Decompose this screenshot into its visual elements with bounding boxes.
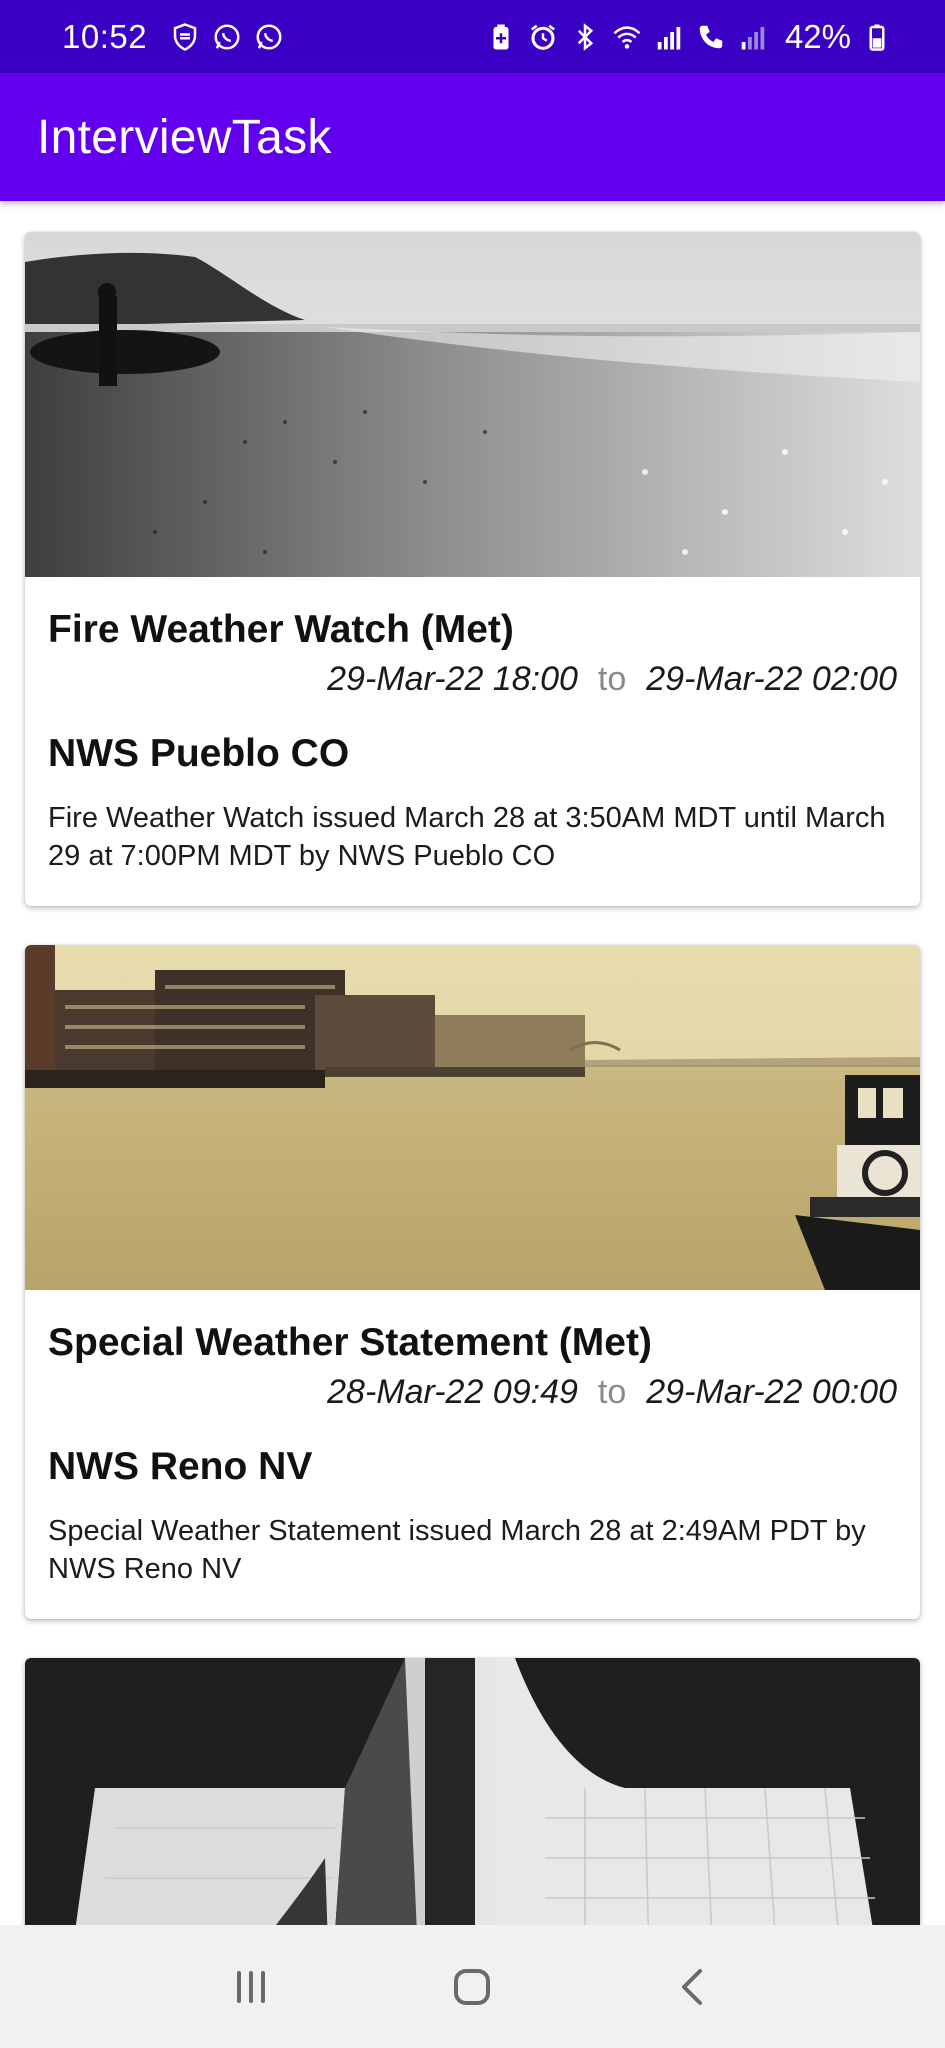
whatsapp-icon [253, 21, 285, 53]
wifi-icon [611, 21, 643, 53]
battery-percent: 42% [784, 17, 851, 55]
alert-title: Special Weather Statement (Met) [48, 1321, 652, 1364]
home-button[interactable] [432, 1947, 512, 2027]
alert-time-range: 28-Mar-22 09:49 to 29-Mar-22 00:00 [48, 1370, 897, 1414]
time-separator: to [597, 660, 627, 698]
time-separator: to [597, 1373, 627, 1411]
back-icon [682, 1968, 703, 2005]
app-title: InterviewTask [37, 110, 332, 164]
card-body: Special Weather Statement (Met) 28-Mar-2… [25, 1320, 920, 1588]
alert-time-range: 29-Mar-22 18:00 to 29-Mar-22 02:00 [48, 657, 897, 701]
alert-card[interactable] [25, 1658, 920, 1925]
app-bar: InterviewTask [0, 73, 945, 201]
signal-icon [653, 21, 685, 53]
status-bar: 10:52 42% [0, 0, 945, 73]
alert-list[interactable]: Fire Weather Watch (Met) 29-Mar-22 18:00… [0, 201, 945, 1925]
alert-description: Fire Weather Watch issued March 28 at 3:… [48, 802, 886, 872]
bluetooth-icon [569, 21, 601, 53]
alert-description: Special Weather Statement issued March 2… [48, 1515, 866, 1585]
status-bar-left: 10:52 [62, 18, 285, 56]
home-icon [454, 1968, 491, 2005]
battery-saver-icon [485, 21, 517, 53]
system-nav-bar [0, 1925, 945, 2048]
alert-end-time: 29-Mar-22 02:00 [646, 660, 897, 698]
recents-icon [236, 1970, 265, 2003]
status-bar-right: 42% [485, 18, 893, 56]
alert-end-time: 29-Mar-22 00:00 [646, 1373, 897, 1411]
signal-weak-icon [737, 21, 769, 53]
alert-sender: NWS Reno NV [48, 1445, 313, 1488]
alert-image [25, 945, 920, 1290]
battery-icon [861, 21, 893, 53]
alarm-icon [527, 21, 559, 53]
alert-card[interactable]: Fire Weather Watch (Met) 29-Mar-22 18:00… [25, 232, 920, 906]
card-body: Fire Weather Watch (Met) 29-Mar-22 18:00… [25, 607, 920, 875]
alert-image [25, 1658, 920, 1925]
alert-sender: NWS Pueblo CO [48, 732, 350, 775]
back-button[interactable] [654, 1947, 734, 2027]
alert-start-time: 29-Mar-22 18:00 [327, 660, 578, 698]
alert-card[interactable]: Special Weather Statement (Met) 28-Mar-2… [25, 945, 920, 1619]
recents-button[interactable] [211, 1947, 291, 2027]
alert-image [25, 232, 920, 577]
shield-icon [169, 21, 201, 53]
status-time: 10:52 [62, 17, 148, 55]
whatsapp-icon [211, 21, 243, 53]
alert-start-time: 28-Mar-22 09:49 [327, 1373, 578, 1411]
volte-call-icon [695, 21, 727, 53]
alert-title: Fire Weather Watch (Met) [48, 608, 514, 651]
